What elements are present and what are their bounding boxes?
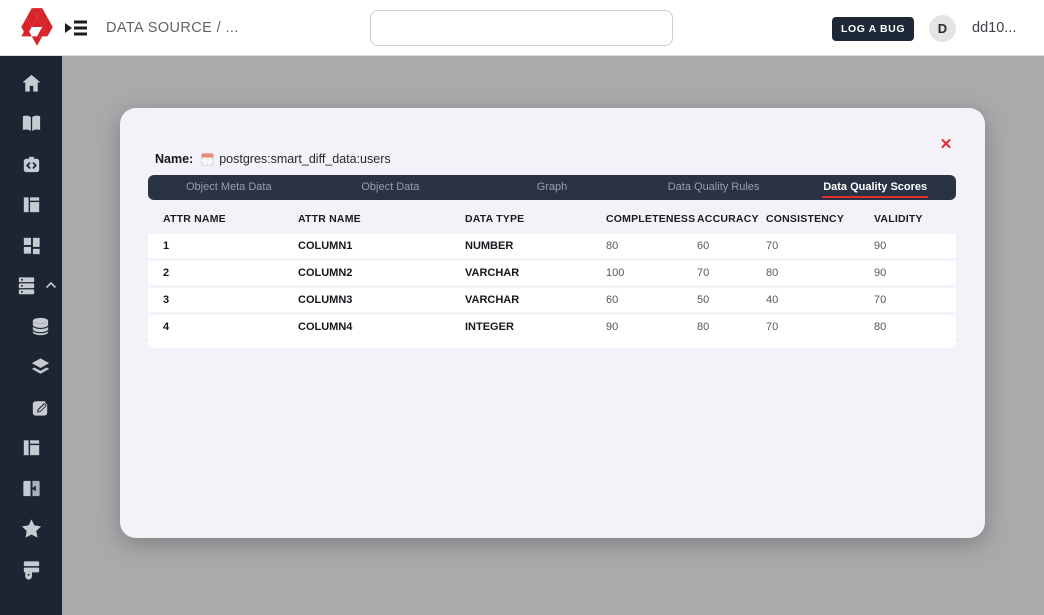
table-header-row: ATTR NAME ATTR NAME DATA TYPE COMPLETENE… xyxy=(148,208,956,230)
close-icon[interactable]: ✕ xyxy=(937,136,955,154)
log-a-bug-button[interactable]: LOG A BUG xyxy=(832,17,914,41)
layout-columns-icon xyxy=(20,193,43,216)
code-box-icon xyxy=(20,153,43,176)
sidebar-item-layout[interactable] xyxy=(0,185,62,226)
col-header-validity: VALIDITY xyxy=(874,213,956,225)
tab-graph[interactable]: Graph xyxy=(471,175,633,200)
dashboard-grid-icon xyxy=(20,234,43,257)
col-header-data-type: DATA TYPE xyxy=(465,213,606,225)
sidebar-item-catalog[interactable] xyxy=(0,104,62,145)
chevron-up-icon[interactable] xyxy=(45,279,57,291)
sidebar-item-home[interactable] xyxy=(0,63,62,104)
col-header-consistency: CONSISTENCY xyxy=(766,213,874,225)
sidebar-subitem-edit[interactable] xyxy=(0,387,62,428)
tab-object-meta-data[interactable]: Object Meta Data xyxy=(148,175,310,200)
table-row[interactable]: 2 COLUMN2 VARCHAR 100 70 80 90 xyxy=(148,261,956,285)
col-header-attr-name: ATTR NAME xyxy=(298,213,465,225)
name-label: Name: xyxy=(155,152,193,166)
table-row[interactable]: 1 COLUMN1 NUMBER 80 60 70 90 xyxy=(148,234,956,258)
edit-icon xyxy=(29,396,52,419)
database-icon xyxy=(29,315,52,338)
table-row[interactable]: 3 COLUMN3 VARCHAR 60 50 40 70 xyxy=(148,288,956,312)
sidebar-item-data-sources[interactable] xyxy=(0,266,62,307)
sidebar-nav xyxy=(0,56,62,615)
object-name-row: Name: postgres:smart_diff_data:users xyxy=(155,152,391,166)
layers-icon xyxy=(29,355,52,378)
tab-bar: Object Meta Data Object Data Graph Data … xyxy=(148,175,956,200)
dimmed-workspace-overlay: Name: postgres:smart_diff_data:users ✕ O… xyxy=(62,56,1044,615)
object-detail-modal: Name: postgres:smart_diff_data:users ✕ O… xyxy=(120,108,985,538)
sidebar-item-code[interactable] xyxy=(0,144,62,185)
sidebar-item-dashboard[interactable] xyxy=(0,225,62,266)
breadcrumb: DATA SOURCE / ... xyxy=(106,0,239,56)
sidebar-subitem-layers[interactable] xyxy=(0,347,62,388)
table-object-icon xyxy=(201,153,214,166)
table-row[interactable]: 4 COLUMN4 INTEGER 90 80 70 80 xyxy=(148,315,956,339)
sidebar-item-favorites[interactable] xyxy=(0,509,62,550)
top-bar: DATA SOURCE / ... LOG A BUG D dd10... xyxy=(0,0,1044,56)
book-arrow-icon xyxy=(20,477,43,500)
sidebar-item-layout-2[interactable] xyxy=(0,428,62,469)
col-header-attr-id: ATTR NAME xyxy=(148,213,298,225)
data-quality-scores-table: ATTR NAME ATTR NAME DATA TYPE COMPLETENE… xyxy=(148,208,956,339)
book-open-icon xyxy=(20,112,43,135)
username-label[interactable]: dd10... xyxy=(972,0,1016,56)
tab-data-quality-rules[interactable]: Data Quality Rules xyxy=(633,175,795,200)
object-name-value: postgres:smart_diff_data:users xyxy=(219,152,390,166)
sidebar-item-glossary[interactable] xyxy=(0,468,62,509)
layout-columns-icon xyxy=(20,436,43,459)
tab-data-quality-scores[interactable]: Data Quality Scores xyxy=(794,175,956,200)
user-avatar[interactable]: D xyxy=(929,15,956,42)
col-header-completeness: COMPLETENESS xyxy=(606,213,697,225)
col-header-accuracy: ACCURACY xyxy=(697,213,766,225)
sidebar-item-tags[interactable] xyxy=(0,549,62,590)
app-logo-icon[interactable] xyxy=(14,5,60,51)
tab-object-data[interactable]: Object Data xyxy=(310,175,472,200)
horizontal-scrollbar-track[interactable] xyxy=(148,339,956,348)
server-list-icon xyxy=(15,274,38,297)
server-tag-icon xyxy=(20,558,43,581)
home-icon xyxy=(20,72,43,95)
star-icon xyxy=(20,517,43,540)
sidebar-toggle-icon[interactable] xyxy=(63,16,89,40)
search-input[interactable] xyxy=(370,10,673,46)
sidebar-subitem-database[interactable] xyxy=(0,306,62,347)
